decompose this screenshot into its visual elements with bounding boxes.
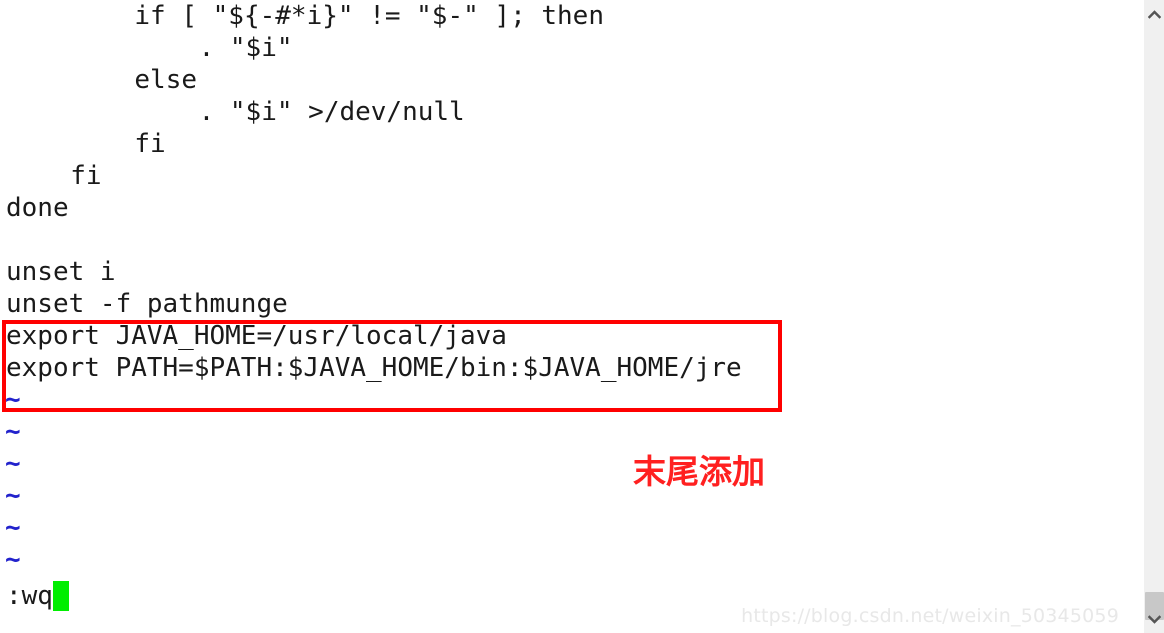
code-line: done [6,193,69,223]
vertical-scrollbar[interactable] [1143,0,1164,633]
code-line: if [ "${-#*i}" != "$-" ]; then [134,1,604,31]
annotation-note-text: 末尾添加 [633,452,765,491]
code-line: else [134,65,198,95]
watermark-url: https://blog.csdn.net/weixin_50345059 [741,605,1119,627]
tilde-marker: ~ [5,449,21,479]
tilde-marker: ~ [5,545,21,575]
chevron-up-icon[interactable] [1144,4,1164,24]
code-line: fi [70,161,102,191]
chevron-down-icon[interactable] [1144,609,1164,629]
tilde-marker: ~ [5,417,21,447]
code-text-layer: if [ "${-#*i}" != "$-" ]; then . "$i" el… [0,0,1143,633]
code-line: . "$i" [198,33,293,63]
code-line: fi [134,129,166,159]
code-line: . "$i" >/dev/null [198,97,465,127]
tilde-marker: ~ [5,385,21,415]
code-line-export-java-home: export JAVA_HOME=/usr/local/java [6,321,507,351]
command-line-text: :wq [6,581,53,611]
code-line: unset -f pathmunge [6,289,288,319]
tilde-marker: ~ [5,513,21,543]
code-line: unset i [6,257,116,287]
vim-command-line[interactable]: :wq [6,580,69,612]
text-cursor [52,581,69,611]
code-line-export-path: export PATH=$PATH:$JAVA_HOME/bin:$JAVA_H… [6,353,742,383]
tilde-marker: ~ [5,481,21,511]
vim-editor-surface[interactable]: if [ "${-#*i}" != "$-" ]; then . "$i" el… [0,0,1143,633]
